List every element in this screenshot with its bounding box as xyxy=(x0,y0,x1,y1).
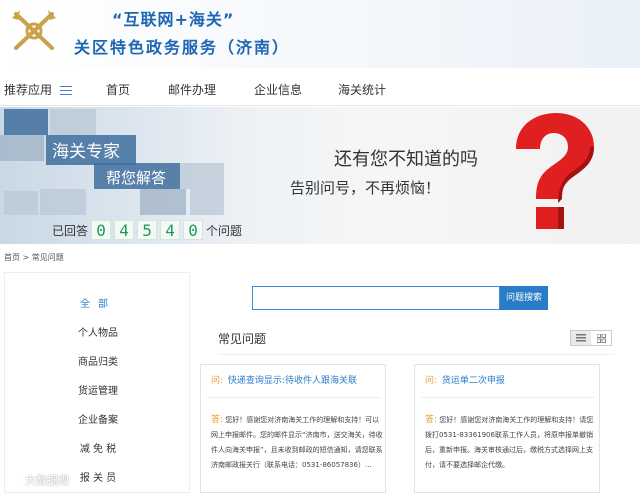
faq-section-title: 常见问题 xyxy=(218,332,267,346)
menu-icon xyxy=(59,86,72,95)
weibo-icon xyxy=(8,474,22,486)
nav-item-enterprise-info[interactable]: 企业信息 xyxy=(254,81,302,98)
question-text[interactable]: 货运单二次申报 xyxy=(442,376,505,386)
search-button[interactable]: 问题搜索 xyxy=(500,286,548,310)
site-title-primary: “互联网+海关” xyxy=(112,10,235,29)
banner-slogan-primary: 还有您不知道的吗 xyxy=(334,149,478,170)
faq-answer: 答: 您好！感谢您对济南海关工作的理解和支持！可以网上申报邮件。您的邮件显示“济… xyxy=(211,413,383,473)
answered-digit: 0 xyxy=(91,220,112,240)
answered-digit: 0 xyxy=(183,220,204,240)
question-text[interactable]: 快递查询显示:待收件人跟海关联 xyxy=(228,376,357,386)
grid-view-icon xyxy=(596,333,606,343)
sidebar-item-all[interactable]: 全部 xyxy=(5,295,191,310)
category-sidebar: 全部 个人物品 商品归类 货运管理 企业备案 减 免 税 报 关 员 xyxy=(4,272,190,493)
divider xyxy=(421,397,595,398)
answer-text: 您好！感谢您对济南海关工作的理解和支持！可以网上申报邮件。您的邮件显示“济南市，… xyxy=(211,416,383,469)
nav-item-mail-handling[interactable]: 邮件办理 xyxy=(168,81,216,98)
site-title-secondary: 关区特色政务服务（济南） xyxy=(74,38,291,57)
sidebar-item-personal-goods[interactable]: 个人物品 xyxy=(5,324,191,339)
watermark-text: 大数据观 xyxy=(25,474,69,487)
answered-digit: 4 xyxy=(114,220,135,240)
faq-question[interactable]: 问: 货运单二次申报 xyxy=(425,373,505,386)
answer-tag: 答: xyxy=(211,415,224,425)
breadcrumb: 首页 > 常见问题 xyxy=(4,252,64,263)
sidebar-item-enterprise-filing[interactable]: 企业备案 xyxy=(5,411,191,426)
nav-item-home[interactable]: 首页 xyxy=(106,81,130,98)
faq-question[interactable]: 问: 快递查询显示:待收件人跟海关联 xyxy=(211,373,357,386)
answered-suffix: 个问题 xyxy=(206,223,243,238)
breadcrumb-home[interactable]: 首页 xyxy=(4,253,20,262)
answer-tag: 答: xyxy=(425,415,438,425)
faq-main: 问题搜索 常见问题 问: 快递查询显示:待收件人跟海关联 答: 您好！感谢您对济… xyxy=(192,272,640,493)
banner-expert-title: 海关专家 xyxy=(52,142,120,162)
sidebar-item-tax-exemption[interactable]: 减 免 税 xyxy=(5,440,191,455)
view-toggle xyxy=(570,330,612,346)
answer-text: 您好！感谢您对济南海关工作的理解和支持！请您拨打0531-83361906联系工… xyxy=(425,416,594,469)
faq-card[interactable]: 问: 货运单二次申报 答: 您好！感谢您对济南海关工作的理解和支持！请您拨打05… xyxy=(414,364,600,493)
faq-answer: 答: 您好！感谢您对济南海关工作的理解和支持！请您拨打0531-83361906… xyxy=(425,413,597,473)
sidebar-item-commodity-classification[interactable]: 商品归类 xyxy=(5,353,191,368)
divider xyxy=(207,397,381,398)
search-input[interactable] xyxy=(252,286,500,310)
divider xyxy=(218,354,614,355)
list-view-button[interactable] xyxy=(571,331,591,345)
question-tag: 问: xyxy=(425,376,438,386)
answered-digit: 5 xyxy=(137,220,158,240)
list-view-icon xyxy=(576,334,586,342)
red-question-mark-icon xyxy=(516,113,594,229)
grid-view-button[interactable] xyxy=(591,331,611,345)
banner-expert-subtitle: 帮您解答 xyxy=(106,169,167,187)
site-header: “互联网+海关” 关区特色政务服务（济南） xyxy=(0,0,640,68)
nav-item-customs-statistics[interactable]: 海关统计 xyxy=(338,81,386,98)
watermark: 大数据观 xyxy=(8,472,69,488)
answered-prefix: 已回答 xyxy=(52,223,89,238)
customs-emblem-icon xyxy=(12,10,56,50)
nav-item-recommended-apps[interactable]: 推荐应用 xyxy=(4,81,72,98)
nav-item-label: 推荐应用 xyxy=(4,83,53,97)
faq-card[interactable]: 问: 快递查询显示:待收件人跟海关联 答: 您好！感谢您对济南海关工作的理解和支… xyxy=(200,364,386,493)
banner-slogan-secondary: 告别问号，不再烦恼！ xyxy=(290,179,441,197)
breadcrumb-current: 常见问题 xyxy=(31,253,64,262)
expert-banner: 海关专家 帮您解答 还有您不知道的吗 告别问号，不再烦恼！ 已回答 0 4 5 … xyxy=(0,107,640,244)
answered-counter: 已回答 0 4 5 4 0 个问题 xyxy=(52,219,242,241)
answered-digit: 4 xyxy=(160,220,181,240)
main-nav: 推荐应用 首页 邮件办理 企业信息 海关统计 xyxy=(0,72,640,106)
question-tag: 问: xyxy=(211,376,224,386)
sidebar-item-freight-management[interactable]: 货运管理 xyxy=(5,382,191,397)
breadcrumb-separator: > xyxy=(22,253,30,262)
